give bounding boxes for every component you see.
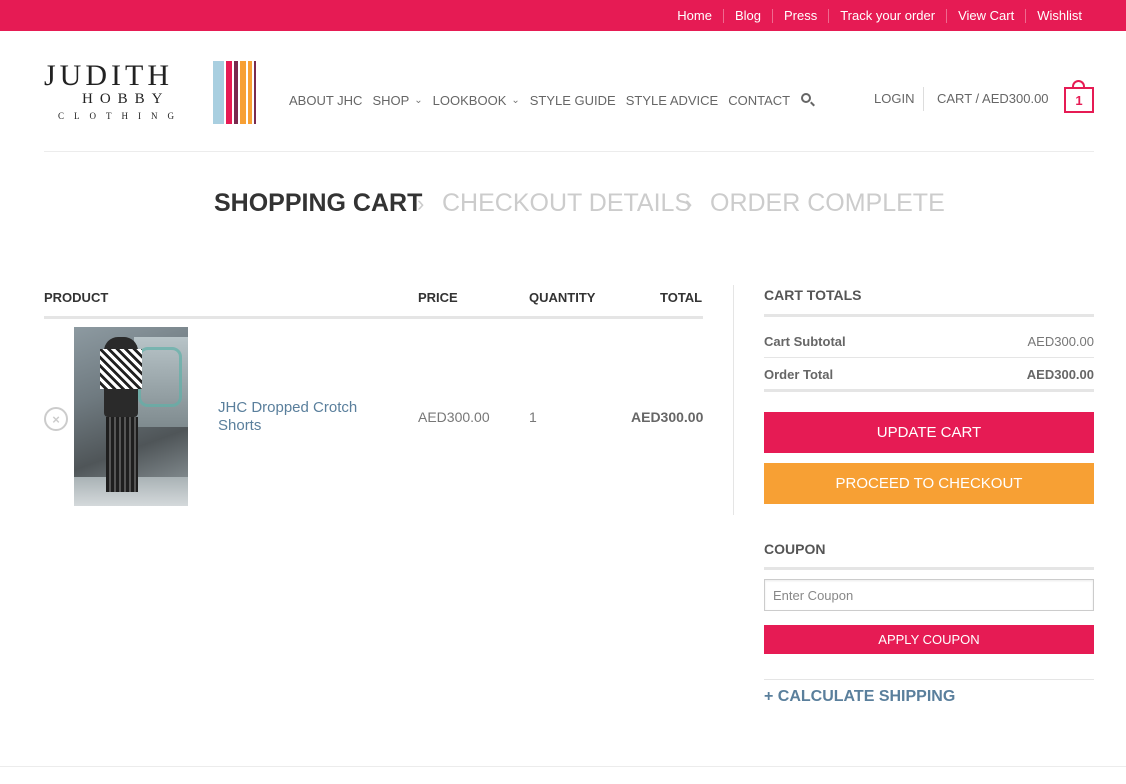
coupon-title: COUPON [764,541,826,557]
header-divider [44,151,1094,152]
site-logo[interactable]: JUDITH HOBBY CLOTHING [44,60,256,126]
totals-divider [764,314,1094,317]
column-header-product: PRODUCT [44,290,109,305]
step-shopping-cart[interactable]: SHOPPING CART [214,188,422,218]
apply-coupon-button[interactable]: APPLY COUPON [764,625,1094,654]
proceed-to-checkout-button[interactable]: PROCEED TO CHECKOUT [764,463,1094,504]
top-bar: Home Blog Press Track your order View Ca… [0,0,1126,31]
shipping-divider [764,679,1094,680]
cart-count-badge: 1 [1064,87,1094,113]
quantity-field[interactable]: 1 [529,409,537,425]
nav-item-label: LOOKBOOK [432,92,507,108]
product-price: AED300.00 [418,409,490,425]
nav-item-label: ABOUT JHC [289,92,363,108]
totals-row-divider [764,357,1094,358]
nav-item-lookbook[interactable]: LOOKBOOK ⌄ [433,93,520,108]
column-header-price: PRICE [418,290,458,305]
nav-item-label: CONTACT [728,92,791,108]
logo-stripes [213,61,256,124]
order-total-value: AED300.00 [1026,367,1094,382]
table-header-divider [44,316,703,319]
coupon-divider [764,567,1094,570]
nav-item-label: SHOP [372,92,410,108]
order-total-label: Order Total [764,367,834,382]
step-checkout-details[interactable]: CHECKOUT DETAILS [442,188,691,218]
header-cart-link[interactable]: CART / AED300.00 [937,91,1049,106]
line-total: AED300.00 [631,409,704,425]
top-link-press[interactable]: Press [771,8,828,23]
top-link-blog[interactable]: Blog [722,8,772,23]
column-divider [733,285,734,515]
nav-divider [923,87,924,111]
top-link-view-cart[interactable]: View Cart [946,8,1025,23]
nav-item-style-guide[interactable]: STYLE GUIDE [530,93,616,108]
login-link[interactable]: LOGIN [874,91,914,106]
top-nav: Home Blog Press Track your order View Ca… [666,0,1093,31]
footer-divider [0,766,1126,767]
product-thumbnail[interactable] [74,327,188,506]
product-name-link[interactable]: JHC Dropped Crotch Shorts [218,399,398,435]
subtotal-value: AED300.00 [1027,334,1095,349]
update-cart-button[interactable]: UPDATE CART [764,412,1094,453]
nav-item-label: STYLE ADVICE [625,92,719,108]
logo-line-3: CLOTHING [58,111,184,121]
remove-item-icon[interactable]: × [44,407,68,431]
totals-bottom-divider [764,389,1094,392]
column-header-total: TOTAL [660,290,703,305]
top-link-wishlist[interactable]: Wishlist [1025,8,1093,23]
nav-item-label: STYLE GUIDE [529,92,616,108]
chevron-down-icon: ⌄ [414,94,423,106]
nav-item-shop[interactable]: SHOP ⌄ [372,93,422,108]
coupon-input[interactable] [764,579,1094,611]
step-separator-icon: › [685,191,693,216]
calculate-shipping-toggle[interactable]: + CALCULATE SHIPPING [764,688,955,706]
search-icon[interactable] [800,92,816,108]
logo-line-1: JUDITH [44,59,173,92]
top-link-home[interactable]: Home [666,8,723,23]
step-order-complete: ORDER COMPLETE [710,189,945,217]
column-header-quantity: QUANTITY [529,290,596,305]
nav-item-about[interactable]: ABOUT JHC [289,93,362,108]
top-link-track-order[interactable]: Track your order [828,8,946,23]
logo-text: JUDITH HOBBY CLOTHING [44,60,204,126]
chevron-down-icon: ⌄ [511,94,520,106]
step-separator-icon: › [417,191,425,216]
subtotal-label: Cart Subtotal [764,334,846,349]
main-nav: ABOUT JHC SHOP ⌄ LOOKBOOK ⌄ STYLE GUIDE ST… [289,90,816,110]
logo-line-2: HOBBY [82,91,170,107]
nav-item-contact[interactable]: CONTACT [728,93,790,108]
checkout-steps: SHOPPING CART › CHECKOUT DETAILS › ORDER… [0,188,1126,220]
cart-totals-title: CART TOTALS [764,287,862,303]
nav-item-style-advice[interactable]: STYLE ADVICE [626,93,718,108]
cart-bag-icon[interactable]: 1 [1064,80,1094,113]
